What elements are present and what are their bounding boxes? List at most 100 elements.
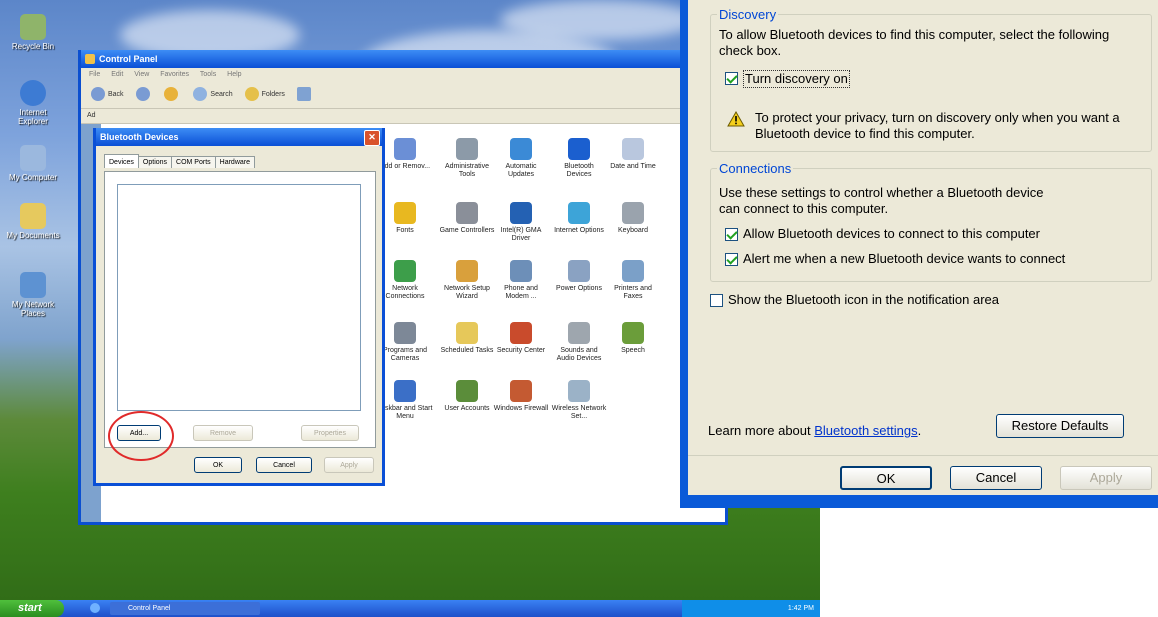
control-panel-item-icon bbox=[394, 138, 416, 160]
control-panel-item[interactable]: Windows Firewall bbox=[493, 380, 549, 413]
control-panel-item-label: Speech bbox=[621, 347, 645, 354]
control-panel-item[interactable]: Administrative Tools bbox=[439, 138, 495, 179]
apply-button[interactable]: Apply bbox=[1060, 466, 1152, 490]
control-panel-item[interactable]: Network Setup Wizard bbox=[439, 260, 495, 301]
desktop-icon-my-network-places[interactable]: My Network Places bbox=[4, 272, 62, 318]
control-panel-item-label: Power Options bbox=[556, 285, 602, 292]
turn-discovery-on-label[interactable]: Turn discovery on bbox=[743, 70, 850, 88]
dialog-titlebar[interactable]: Bluetooth Devices ✕ bbox=[96, 128, 382, 146]
window-title: Control Panel bbox=[99, 54, 158, 64]
control-panel-item[interactable]: Add or Remov... bbox=[377, 138, 433, 171]
control-panel-item-icon bbox=[456, 202, 478, 224]
control-panel-item[interactable]: Power Options bbox=[551, 260, 607, 293]
control-panel-item[interactable]: User Accounts bbox=[439, 380, 495, 413]
dialog-tabs: Devices Options COM Ports Hardware bbox=[104, 154, 256, 168]
internet-explorer-icon bbox=[20, 80, 46, 106]
desktop-icon-my-documents[interactable]: My Documents bbox=[4, 203, 62, 240]
control-panel-item[interactable]: Programs and Cameras bbox=[377, 322, 433, 363]
back-button[interactable]: Back bbox=[91, 82, 124, 108]
control-panel-item-icon bbox=[456, 322, 478, 344]
control-panel-item[interactable]: Security Center bbox=[493, 322, 549, 355]
forward-button[interactable] bbox=[135, 82, 153, 108]
alert-new-device-label[interactable]: Alert me when a new Bluetooth device wan… bbox=[743, 251, 1065, 267]
control-panel-item-icon bbox=[394, 380, 416, 402]
properties-button[interactable]: Properties bbox=[301, 425, 359, 441]
allow-connect-label[interactable]: Allow Bluetooth devices to connect to th… bbox=[743, 226, 1040, 242]
turn-discovery-on-checkbox[interactable] bbox=[725, 72, 738, 85]
control-panel-item[interactable]: Intel(R) GMA Driver bbox=[493, 202, 549, 243]
address-bar[interactable]: Ad bbox=[81, 109, 725, 124]
control-panel-item[interactable]: Phone and Modem ... bbox=[493, 260, 549, 301]
dialog-cancel-button[interactable]: Cancel bbox=[256, 457, 312, 473]
control-panel-item[interactable]: Speech bbox=[605, 322, 661, 355]
control-panel-item[interactable]: Internet Options bbox=[551, 202, 607, 235]
control-panel-item-label: Taskbar and Start Menu bbox=[377, 405, 433, 420]
close-button[interactable]: ✕ bbox=[364, 130, 380, 146]
control-panel-item-icon bbox=[510, 322, 532, 344]
learn-more-text: Learn more about Bluetooth settings. bbox=[708, 423, 922, 438]
control-panel-item[interactable]: Game Controllers bbox=[439, 202, 495, 235]
views-icon bbox=[296, 87, 311, 102]
menu-favorites[interactable]: Favorites bbox=[160, 71, 189, 78]
control-panel-item-icon bbox=[622, 202, 644, 224]
show-bluetooth-icon-label[interactable]: Show the Bluetooth icon in the notificat… bbox=[728, 292, 999, 308]
my-computer-icon bbox=[20, 145, 46, 171]
menu-tools[interactable]: Tools bbox=[200, 71, 216, 78]
control-panel-item-icon bbox=[456, 380, 478, 402]
menu-view[interactable]: View bbox=[134, 71, 149, 78]
control-panel-item-icon bbox=[510, 138, 532, 160]
control-panel-item-icon bbox=[394, 260, 416, 282]
control-panel-item[interactable]: Scheduled Tasks bbox=[439, 322, 495, 355]
control-panel-item-label: Fonts bbox=[396, 227, 414, 234]
show-bluetooth-icon-checkbox[interactable] bbox=[710, 294, 723, 307]
control-panel-item[interactable]: Printers and Faxes bbox=[605, 260, 661, 301]
control-panel-item[interactable]: Wireless Network Set... bbox=[551, 380, 607, 421]
tab-options[interactable]: Options bbox=[137, 156, 173, 168]
desktop-icon-my-computer[interactable]: My Computer bbox=[4, 145, 62, 182]
dialog-apply-button[interactable]: Apply bbox=[324, 457, 374, 473]
alert-new-device-checkbox[interactable] bbox=[725, 253, 738, 266]
menu-help[interactable]: Help bbox=[227, 71, 241, 78]
control-panel-item-icon bbox=[622, 260, 644, 282]
clock[interactable]: 1:42 PM bbox=[788, 605, 814, 612]
network-places-icon bbox=[20, 272, 46, 298]
dialog-ok-button[interactable]: OK bbox=[194, 457, 242, 473]
quick-launch-ie-icon[interactable] bbox=[90, 603, 100, 613]
control-panel-titlebar[interactable]: Control Panel bbox=[81, 50, 725, 68]
taskbar-item-control-panel[interactable]: Control Panel bbox=[110, 602, 260, 615]
menu-edit[interactable]: Edit bbox=[111, 71, 123, 78]
control-panel-item[interactable]: Taskbar and Start Menu bbox=[377, 380, 433, 421]
tab-devices[interactable]: Devices bbox=[104, 154, 139, 168]
control-panel-item[interactable]: Network Connections bbox=[377, 260, 433, 301]
desktop-icon-recycle-bin[interactable]: Recycle Bin bbox=[4, 14, 62, 51]
privacy-warning-text: To protect your privacy, turn on discove… bbox=[755, 110, 1120, 141]
bluetooth-settings-link[interactable]: Bluetooth settings bbox=[814, 423, 917, 438]
folders-button[interactable]: Folders bbox=[244, 82, 285, 108]
desktop-icon-internet-explorer[interactable]: Internet Explorer bbox=[4, 80, 62, 126]
control-panel-item-label: Programs and Cameras bbox=[383, 347, 427, 362]
control-panel-item-label: Wireless Network Set... bbox=[551, 405, 607, 420]
toolbar: Back Search Folders bbox=[81, 82, 725, 109]
ok-button[interactable]: OK bbox=[840, 466, 932, 490]
control-panel-item-label: Keyboard bbox=[618, 227, 648, 234]
menu-file[interactable]: File bbox=[89, 71, 100, 78]
views-button[interactable] bbox=[296, 82, 314, 108]
restore-defaults-button[interactable]: Restore Defaults bbox=[996, 414, 1124, 438]
discovery-group-title: Discovery bbox=[717, 7, 779, 22]
control-panel-item[interactable]: Bluetooth Devices bbox=[551, 138, 607, 179]
control-panel-item[interactable]: Date and Time bbox=[605, 138, 661, 171]
up-folder-button[interactable] bbox=[164, 82, 181, 108]
device-list[interactable] bbox=[117, 184, 361, 411]
control-panel-item[interactable]: Keyboard bbox=[605, 202, 661, 235]
search-button[interactable]: Search bbox=[193, 82, 233, 108]
start-button[interactable]: start bbox=[0, 600, 64, 617]
remove-button[interactable]: Remove bbox=[193, 425, 253, 441]
control-panel-item-icon bbox=[394, 322, 416, 344]
tab-hardware[interactable]: Hardware bbox=[214, 156, 256, 168]
control-panel-item[interactable]: Fonts bbox=[377, 202, 433, 235]
tab-com-ports[interactable]: COM Ports bbox=[171, 156, 216, 168]
control-panel-item[interactable]: Automatic Updates bbox=[493, 138, 549, 179]
cancel-button[interactable]: Cancel bbox=[950, 466, 1042, 490]
control-panel-item[interactable]: Sounds and Audio Devices bbox=[551, 322, 607, 363]
allow-connect-checkbox[interactable] bbox=[725, 228, 738, 241]
